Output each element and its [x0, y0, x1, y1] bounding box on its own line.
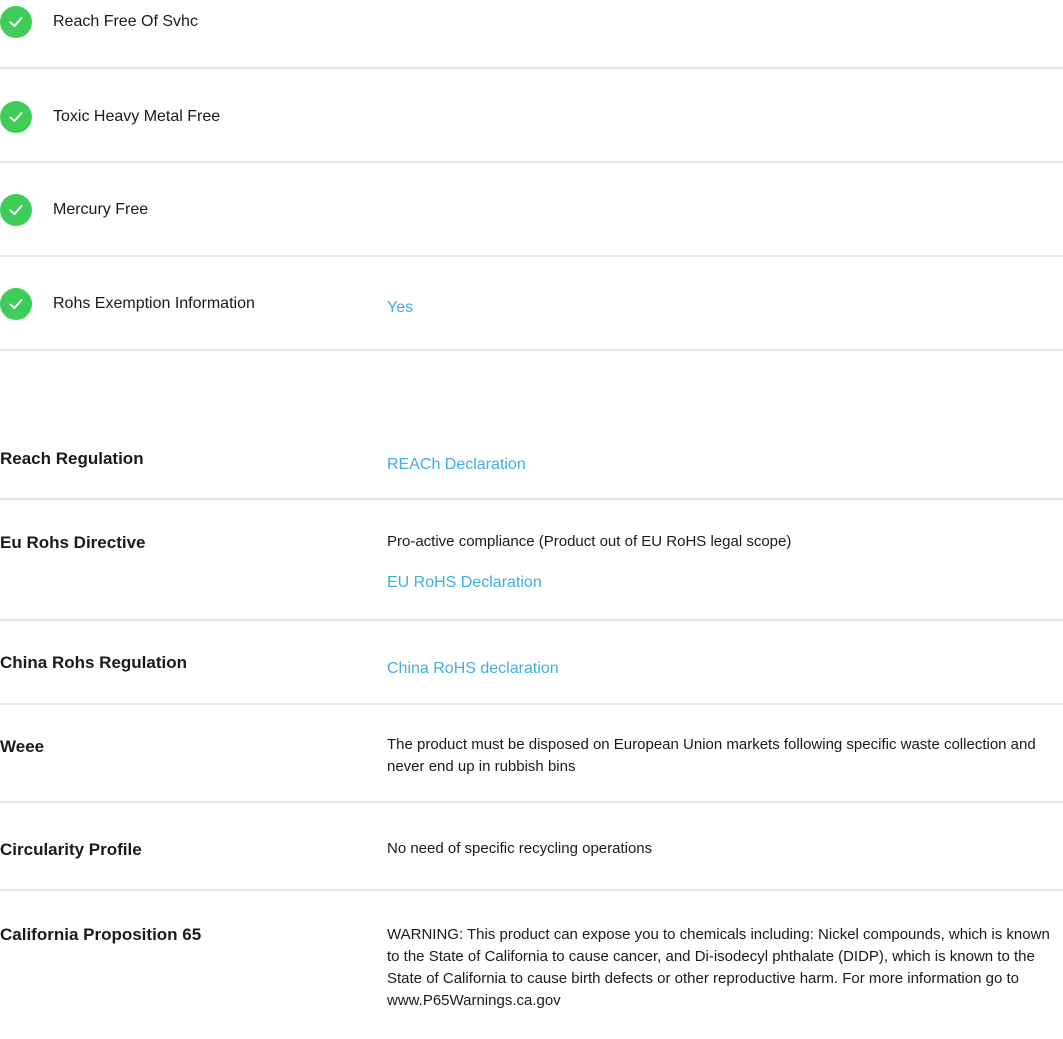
eu-rohs-declaration-link[interactable]: EU RoHS Declaration: [387, 574, 542, 592]
divider: [0, 161, 1063, 163]
spec-label-california-prop-65: California Proposition 65: [0, 925, 202, 944]
check-circle-icon: [0, 6, 32, 38]
prop-65-warning-text: WARNING: This product can expose you to …: [387, 926, 1050, 1009]
divider: [0, 889, 1063, 891]
china-rohs-declaration-link[interactable]: China RoHS declaration: [387, 660, 559, 678]
eu-rohs-compliance-text: Pro-active compliance (Product out of EU…: [387, 533, 792, 550]
spec-label-weee: Weee: [0, 737, 45, 756]
check-circle-icon: [0, 288, 32, 320]
divider: [0, 801, 1063, 803]
divider: [0, 498, 1063, 500]
spec-label-reach-regulation: Reach Regulation: [0, 449, 144, 468]
check-circle-icon: [0, 101, 32, 133]
rohs-exemption-value: Yes: [387, 299, 414, 316]
divider: [0, 255, 1063, 257]
divider: [0, 67, 1063, 69]
divider: [0, 349, 1063, 351]
spec-label-china-rohs: China Rohs Regulation: [0, 653, 187, 672]
divider: [0, 703, 1063, 705]
check-row-mercury: Mercury Free: [0, 193, 1063, 227]
check-row-rohs-exemption: Rohs Exemption Information Yes: [0, 287, 1063, 321]
reach-declaration-link[interactable]: REACh Declaration: [387, 456, 526, 474]
check-circle-icon: [0, 194, 32, 226]
check-label: Mercury Free: [53, 201, 149, 218]
check-row-reach-svhc: Reach Free Of Svhc: [0, 5, 1063, 39]
check-label: Rohs Exemption Information: [53, 295, 255, 312]
check-label: Toxic Heavy Metal Free: [53, 108, 221, 125]
weee-text: The product must be disposed on European…: [387, 736, 1036, 775]
spec-label-eu-rohs-directive: Eu Rohs Directive: [0, 533, 146, 552]
spec-label-circularity: Circularity Profile: [0, 840, 142, 859]
check-row-toxic-heavy-metal: Toxic Heavy Metal Free: [0, 100, 1063, 134]
circularity-text: No need of specific recycling operations: [387, 840, 653, 857]
divider: [0, 619, 1063, 621]
check-label: Reach Free Of Svhc: [53, 13, 198, 30]
